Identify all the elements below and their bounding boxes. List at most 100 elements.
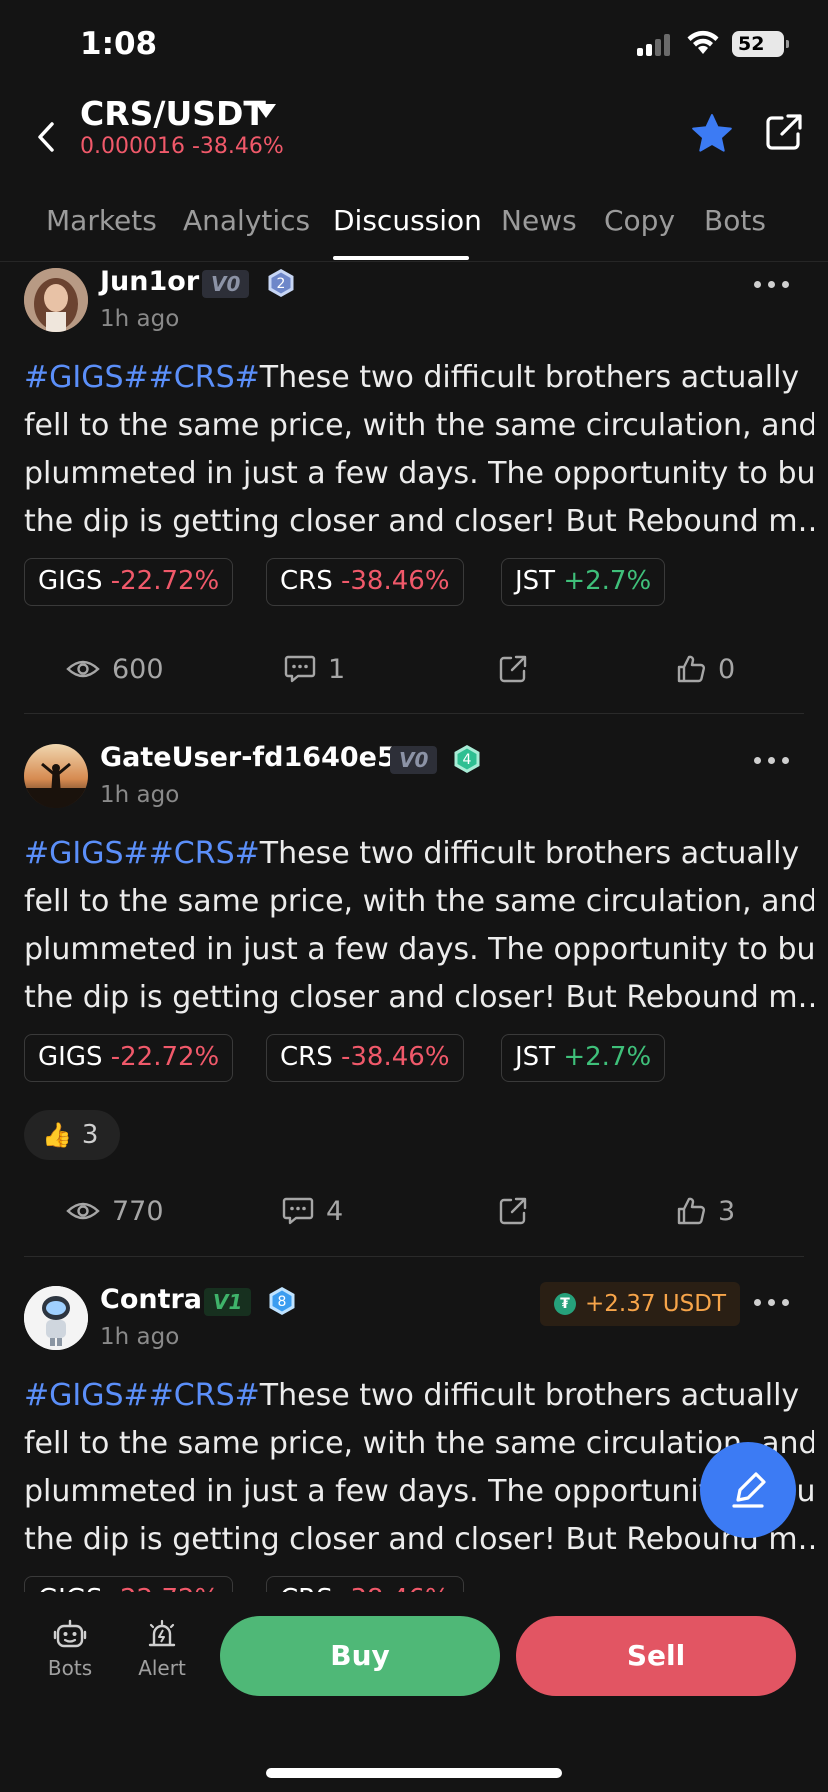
coin-change: -38.46% xyxy=(341,1042,450,1072)
coin-chip[interactable]: CRS -38.46% xyxy=(266,558,464,606)
likes-stat[interactable]: 0 xyxy=(676,649,735,689)
avatar[interactable] xyxy=(24,1286,88,1350)
tab-bots[interactable]: Bots xyxy=(704,204,766,237)
vip-level-badge: V0 xyxy=(202,270,250,298)
share-icon xyxy=(499,1197,527,1225)
active-tab-indicator xyxy=(333,256,469,260)
post-card: Contra V1 8 1h ago ₮ +2.37 USDT #GIGS##C… xyxy=(0,1282,828,1592)
tab-copy[interactable]: Copy xyxy=(604,204,675,237)
post-body[interactable]: #GIGS##CRS#These two difficult brothers … xyxy=(24,830,814,1022)
post-time: 1h ago xyxy=(100,782,180,808)
post-body[interactable]: #GIGS##CRS#These two difficult brothers … xyxy=(24,1372,814,1564)
avatar[interactable] xyxy=(24,744,88,808)
pair-title[interactable]: CRS/USDT xyxy=(80,94,266,133)
coin-chip[interactable]: GIGS -22.72% xyxy=(24,1576,234,1592)
post-line-2: fell to the same price, with the same ci… xyxy=(24,884,814,919)
profit-badge: ₮ +2.37 USDT xyxy=(540,1282,740,1326)
coin-change: -22.72% xyxy=(110,1042,220,1072)
post-line-1: These two difficult brothers actually xyxy=(259,360,800,395)
username[interactable]: Contra xyxy=(100,1284,202,1315)
rank-hexagon-icon: 8 xyxy=(269,1287,295,1315)
comments-count: 1 xyxy=(328,653,346,685)
post-line-2: fell to the same price, with the same ci… xyxy=(24,1426,814,1461)
thumbs-up-icon xyxy=(677,655,705,683)
username[interactable]: Jun1or xyxy=(100,266,199,297)
post-line-3: plummeted in just a few days. The opport… xyxy=(24,456,814,491)
tab-news[interactable]: News xyxy=(501,204,577,237)
compose-post-button[interactable] xyxy=(700,1442,796,1538)
comments-count: 4 xyxy=(326,1195,344,1227)
coin-chip[interactable]: JST +2.7% xyxy=(501,1034,666,1082)
post-line-1: These two difficult brothers actually xyxy=(259,836,800,871)
post-line-2: fell to the same price, with the same ci… xyxy=(24,408,814,443)
likes-stat[interactable]: 3 xyxy=(676,1191,735,1231)
vip-level-badge: V1 xyxy=(204,1288,252,1316)
post-line-3: plummeted in just a few days. The opport… xyxy=(24,1474,814,1509)
robot-icon xyxy=(53,1619,87,1648)
section-tabs: Markets Analytics Discussion News Copy B… xyxy=(0,196,828,262)
comments-stat[interactable]: 4 xyxy=(282,1191,343,1231)
pair-dropdown-caret-icon[interactable] xyxy=(256,104,276,118)
share-external-icon[interactable] xyxy=(764,112,804,152)
coin-change: -38.46% xyxy=(341,1584,450,1592)
avatar[interactable] xyxy=(24,268,88,332)
more-options-icon[interactable] xyxy=(752,754,792,768)
views-count: 600 xyxy=(112,653,164,685)
thumbs-up-emoji-icon: 👍 xyxy=(42,1121,72,1149)
coin-symbol: CRS xyxy=(280,566,333,596)
post-card: GateUser-fd1640e5 V0 4 1h ago #GIGS##CRS… xyxy=(0,740,828,1260)
post-stats: 600 1 0 xyxy=(0,649,828,689)
rank-number: 8 xyxy=(278,1294,287,1310)
username[interactable]: GateUser-fd1640e5 xyxy=(100,742,396,773)
hashtags[interactable]: #GIGS##CRS# xyxy=(24,360,260,395)
profit-value: +2.37 USDT xyxy=(585,1291,726,1317)
coin-chip[interactable]: GIGS -22.72% xyxy=(24,558,234,606)
reaction-badge[interactable]: 👍 3 xyxy=(24,1110,120,1160)
share-stat[interactable] xyxy=(498,649,540,689)
sell-button[interactable]: Sell xyxy=(516,1616,796,1696)
bots-label: Bots xyxy=(47,1656,93,1680)
post-divider xyxy=(24,1256,804,1257)
share-stat[interactable] xyxy=(498,1191,540,1231)
coin-symbol: JST xyxy=(515,1042,556,1072)
views-stat: 600 xyxy=(66,649,164,689)
pair-price: 0.000016 -38.46% xyxy=(80,134,284,159)
rank-hexagon-icon: 2 xyxy=(268,269,294,297)
alert-button[interactable]: Alert xyxy=(122,1618,202,1680)
hashtags[interactable]: #GIGS##CRS# xyxy=(24,836,260,871)
reaction-count: 3 xyxy=(81,1120,99,1150)
coin-chip[interactable]: GIGS -22.72% xyxy=(24,1034,234,1082)
coin-symbol: GIGS xyxy=(38,1584,102,1592)
cellular-signal-icon xyxy=(637,34,673,56)
post-card: Jun1or V0 2 1h ago #GIGS##CRS#These two … xyxy=(0,264,828,714)
back-arrow-icon[interactable] xyxy=(28,112,68,162)
hashtags[interactable]: #GIGS##CRS# xyxy=(24,1378,260,1413)
tab-analytics[interactable]: Analytics xyxy=(183,204,310,237)
alert-label: Alert xyxy=(138,1656,186,1680)
more-options-icon[interactable] xyxy=(752,278,792,292)
coin-symbol: GIGS xyxy=(38,566,103,596)
post-body[interactable]: #GIGS##CRS#These two difficult brothers … xyxy=(24,354,814,546)
coin-change: -22.72% xyxy=(110,566,220,596)
vip-level-badge: V0 xyxy=(390,746,438,774)
more-options-icon[interactable] xyxy=(752,1296,792,1310)
favorite-star-icon[interactable] xyxy=(690,112,734,156)
coin-change: -38.46% xyxy=(341,566,450,596)
post-divider xyxy=(24,713,804,714)
comments-stat[interactable]: 1 xyxy=(284,649,345,689)
pencil-icon xyxy=(732,1472,766,1508)
coin-chip[interactable]: CRS -38.46% xyxy=(266,1576,464,1592)
tab-markets[interactable]: Markets xyxy=(46,204,157,237)
bottom-action-bar: Bots Alert Buy Sell xyxy=(0,1592,828,1792)
bots-button[interactable]: Bots xyxy=(30,1618,110,1680)
buy-button[interactable]: Buy xyxy=(220,1616,500,1696)
coin-symbol: CRS xyxy=(280,1584,333,1592)
post-stats: 770 4 3 xyxy=(0,1191,828,1231)
coin-chip[interactable]: JST +2.7% xyxy=(501,558,666,606)
eye-icon xyxy=(66,1202,100,1220)
rank-number: 4 xyxy=(463,752,472,768)
coin-chip[interactable]: CRS -38.46% xyxy=(266,1034,464,1082)
price-change: -38.46% xyxy=(191,134,284,159)
likes-count: 3 xyxy=(718,1195,736,1227)
tab-discussion[interactable]: Discussion xyxy=(333,204,482,237)
